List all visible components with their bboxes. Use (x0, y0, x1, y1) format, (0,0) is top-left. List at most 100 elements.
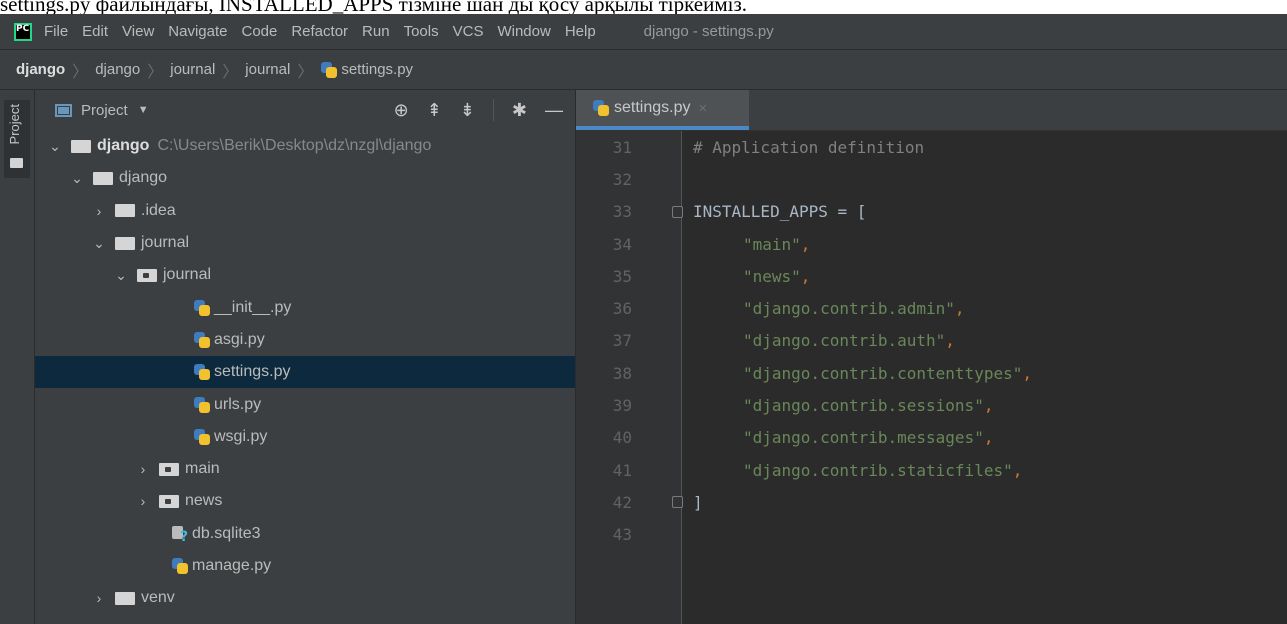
tree-item-label: journal (163, 266, 212, 284)
code-line: 36 "django.contrib.admin", (576, 292, 1287, 324)
folder-icon (10, 158, 23, 168)
breadcrumb-item[interactable]: django (16, 61, 65, 78)
menu-help[interactable]: Help (565, 23, 596, 40)
chevron-right-icon: 〉 (72, 63, 89, 81)
breadcrumb-item[interactable]: django (95, 61, 140, 78)
project-panel-header: Project ▼ ⊕ ⇞ ⇟ ✱ — (35, 90, 575, 130)
menu-run[interactable]: Run (362, 23, 390, 40)
tree-item-main[interactable]: › main (35, 453, 575, 485)
close-icon[interactable]: × (698, 100, 707, 117)
tree-item-journal[interactable]: ⌄ journal (35, 227, 575, 259)
expand-all-icon[interactable]: ⇞ (427, 100, 442, 121)
tree-item-idea[interactable]: › .idea (35, 195, 575, 227)
tree-item-venv[interactable]: › venv (35, 582, 575, 614)
tree-item-db-sqlite3[interactable]: db.sqlite3 (35, 518, 575, 550)
tree-item-news[interactable]: › news (35, 485, 575, 517)
line-number: 32 (612, 169, 632, 189)
tree-item-root-django[interactable]: ⌄ django C:\Users\Berik\Desktop\dz\nzgl\… (35, 130, 575, 162)
line-number: 34 (612, 234, 632, 254)
tree-item-label: db.sqlite3 (192, 524, 261, 542)
editor-tab-settings-py[interactable]: settings.py × (576, 90, 749, 130)
fold-marker-icon[interactable] (672, 496, 683, 509)
fold-marker-icon[interactable] (672, 205, 683, 218)
line-number: 31 (612, 137, 632, 157)
navigation-breadcrumb: django 〉 django 〉 journal 〉 journal 〉 se… (0, 50, 1287, 90)
tree-item-label: main (185, 460, 220, 478)
line-number: 40 (612, 428, 632, 448)
project-view-selector[interactable]: Project (81, 102, 128, 119)
menu-edit[interactable]: Edit (82, 23, 108, 40)
folder-icon (93, 171, 113, 185)
menu-navigate[interactable]: Navigate (168, 23, 227, 40)
editor-tab-bar: settings.py × (576, 90, 1287, 131)
code-line: 38 "django.contrib.contenttypes", (576, 357, 1287, 389)
code-area[interactable]: 31 # Application definition 32 33 INSTAL… (576, 131, 1287, 551)
collapse-all-icon[interactable]: ⇟ (460, 100, 475, 121)
tree-item-label: news (185, 492, 223, 510)
gear-icon[interactable]: ✱ (512, 100, 527, 121)
project-view-icon (55, 103, 72, 117)
package-folder-icon (137, 268, 157, 282)
folder-icon (115, 204, 135, 218)
python-file-icon (592, 99, 610, 117)
chevron-down-icon[interactable]: ⌄ (115, 267, 127, 284)
tree-item-settings-py[interactable]: settings.py (35, 356, 575, 389)
window-title: django - settings.py (643, 23, 774, 40)
python-file-icon (193, 428, 211, 446)
tree-item-manage-py[interactable]: manage.py (35, 550, 575, 582)
code-string: "django.contrib.messages", (743, 428, 994, 448)
line-number: 41 (612, 460, 632, 480)
tree-item-journal-package[interactable]: ⌄ journal (35, 259, 575, 291)
folder-icon (71, 139, 91, 153)
breadcrumb-item[interactable]: journal (170, 61, 215, 78)
editor-tab-label: settings.py (614, 99, 691, 116)
chevron-down-icon[interactable]: ⌄ (93, 235, 105, 252)
tree-item-asgi-py[interactable]: asgi.py (35, 324, 575, 356)
menu-vcs[interactable]: VCS (453, 23, 484, 40)
menu-file[interactable]: File (44, 23, 68, 40)
toolbar-divider (492, 99, 494, 121)
package-folder-icon (159, 494, 179, 508)
left-tool-stripe: Project (0, 90, 35, 624)
python-file-icon (320, 61, 338, 79)
tree-item-wsgi-py[interactable]: wsgi.py (35, 421, 575, 453)
line-number: 35 (612, 266, 632, 286)
code-line: 40 "django.contrib.messages", (576, 422, 1287, 454)
chevron-right-icon[interactable]: › (93, 590, 105, 606)
tree-item-init-py[interactable]: __init__.py (35, 291, 575, 323)
chevron-down-icon[interactable]: ⌄ (71, 170, 83, 187)
code-string: "django.contrib.staticfiles", (743, 460, 1023, 480)
chevron-right-icon: 〉 (297, 63, 314, 81)
tree-item-label: wsgi.py (214, 427, 268, 445)
project-tool-button[interactable]: Project (4, 100, 30, 178)
menu-code[interactable]: Code (241, 23, 277, 40)
code-line: 37 "django.contrib.auth", (576, 325, 1287, 357)
code-line: 43 (576, 519, 1287, 551)
tree-item-urls-py[interactable]: urls.py (35, 388, 575, 420)
code-line: 42 ] (576, 486, 1287, 518)
menu-bar: PC File Edit View Navigate Code Refactor… (0, 14, 1287, 50)
chevron-right-icon[interactable]: › (137, 461, 149, 477)
tree-item-label: .idea (141, 201, 176, 219)
dropdown-arrow-icon[interactable]: ▼ (138, 104, 149, 116)
breadcrumb-item[interactable]: settings.py (341, 61, 413, 78)
code-line: 41 "django.contrib.staticfiles", (576, 454, 1287, 486)
tree-item-label: journal (141, 234, 190, 252)
chevron-right-icon: 〉 (222, 63, 239, 81)
select-opened-file-icon[interactable]: ⊕ (394, 100, 409, 121)
menu-tools[interactable]: Tools (404, 23, 439, 40)
breadcrumb-item[interactable]: journal (245, 61, 290, 78)
menu-window[interactable]: Window (497, 23, 550, 40)
chevron-right-icon[interactable]: › (93, 203, 105, 219)
tree-item-django[interactable]: ⌄ django (35, 162, 575, 194)
line-number: 37 (612, 331, 632, 351)
line-number: 42 (612, 492, 632, 512)
chevron-right-icon[interactable]: › (137, 493, 149, 509)
python-file-icon (193, 363, 211, 381)
chevron-down-icon[interactable]: ⌄ (49, 138, 61, 155)
menu-view[interactable]: View (122, 23, 154, 40)
hide-panel-icon[interactable]: — (545, 100, 563, 121)
tree-item-label: django (97, 137, 150, 155)
code-string: "news", (743, 266, 811, 286)
menu-refactor[interactable]: Refactor (291, 23, 348, 40)
